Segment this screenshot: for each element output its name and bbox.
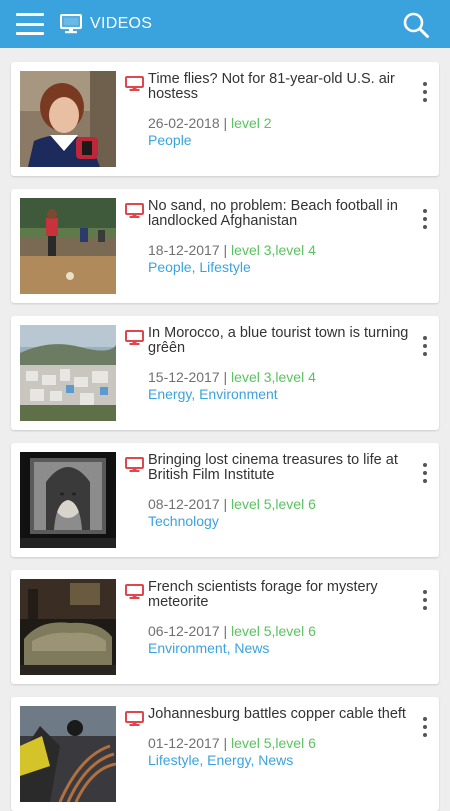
meta-separator: | (223, 369, 228, 385)
video-date: 01-12-2017 (148, 735, 220, 751)
video-title[interactable]: Time flies? Not for 81-year-old U.S. air… (148, 72, 410, 102)
video-levels: level 5,level 6 (231, 623, 316, 639)
video-meta: 06-12-2017 | level 5,level 6 (148, 623, 410, 639)
meta-separator: | (223, 496, 228, 512)
monitor-icon (59, 13, 83, 39)
video-thumbnail[interactable] (20, 579, 116, 675)
video-categories[interactable]: Environment, News (148, 640, 410, 656)
video-card[interactable]: In Morocco, a blue tourist town is turni… (11, 316, 439, 430)
app-bar: VIDEOS (0, 0, 450, 48)
video-levels: level 2 (231, 115, 272, 131)
video-card[interactable]: Johannesburg battles copper cable theft … (11, 697, 439, 811)
more-options-icon[interactable] (421, 717, 429, 737)
video-categories[interactable]: Lifestyle, Energy, News (148, 752, 410, 768)
video-levels: level 5,level 6 (231, 735, 316, 751)
video-levels: level 3,level 4 (231, 242, 316, 258)
video-icon (125, 203, 144, 223)
video-meta: 18-12-2017 | level 3,level 4 (148, 242, 410, 258)
more-options-icon[interactable] (421, 336, 429, 356)
page-title: VIDEOS (90, 15, 153, 32)
video-meta: 01-12-2017 | level 5,level 6 (148, 735, 410, 751)
more-options-icon[interactable] (421, 463, 429, 483)
video-card[interactable]: No sand, no problem: Beach football in l… (11, 189, 439, 303)
video-thumbnail[interactable] (20, 325, 116, 421)
video-categories[interactable]: Energy, Environment (148, 386, 410, 402)
video-icon (125, 457, 144, 477)
video-icon (125, 330, 144, 350)
video-icon (125, 76, 144, 96)
video-date: 18-12-2017 (148, 242, 220, 258)
meta-separator: | (223, 623, 228, 639)
video-categories[interactable]: Technology (148, 513, 410, 529)
video-icon (125, 584, 144, 604)
video-date: 06-12-2017 (148, 623, 220, 639)
video-date: 26-02-2018 (148, 115, 220, 131)
more-options-icon[interactable] (421, 209, 429, 229)
more-options-icon[interactable] (421, 590, 429, 610)
video-title[interactable]: No sand, no problem: Beach football in l… (148, 199, 410, 229)
video-thumbnail[interactable] (20, 706, 116, 802)
video-categories[interactable]: People (148, 132, 410, 148)
hamburger-menu-icon[interactable] (16, 13, 44, 35)
search-icon[interactable] (402, 11, 430, 44)
video-title[interactable]: Bringing lost cinema treasures to life a… (148, 453, 410, 483)
video-meta: 15-12-2017 | level 3,level 4 (148, 369, 410, 385)
meta-separator: | (223, 115, 228, 131)
video-meta: 26-02-2018 | level 2 (148, 115, 410, 131)
more-options-icon[interactable] (421, 82, 429, 102)
video-card[interactable]: Bringing lost cinema treasures to life a… (11, 443, 439, 557)
video-meta: 08-12-2017 | level 5,level 6 (148, 496, 410, 512)
video-icon (125, 711, 144, 731)
video-card[interactable]: French scientists forage for mystery met… (11, 570, 439, 684)
video-title[interactable]: In Morocco, a blue tourist town is turni… (148, 326, 410, 356)
video-title[interactable]: French scientists forage for mystery met… (148, 580, 410, 610)
video-categories[interactable]: People, Lifestyle (148, 259, 410, 275)
video-thumbnail[interactable] (20, 452, 116, 548)
video-thumbnail[interactable] (20, 198, 116, 294)
video-thumbnail[interactable] (20, 71, 116, 167)
video-levels: level 3,level 4 (231, 369, 316, 385)
video-date: 15-12-2017 (148, 369, 220, 385)
meta-separator: | (223, 735, 228, 751)
video-title[interactable]: Johannesburg battles copper cable theft (148, 707, 410, 722)
video-date: 08-12-2017 (148, 496, 220, 512)
video-levels: level 5,level 6 (231, 496, 316, 512)
meta-separator: | (223, 242, 228, 258)
video-card[interactable]: Time flies? Not for 81-year-old U.S. air… (11, 62, 439, 176)
